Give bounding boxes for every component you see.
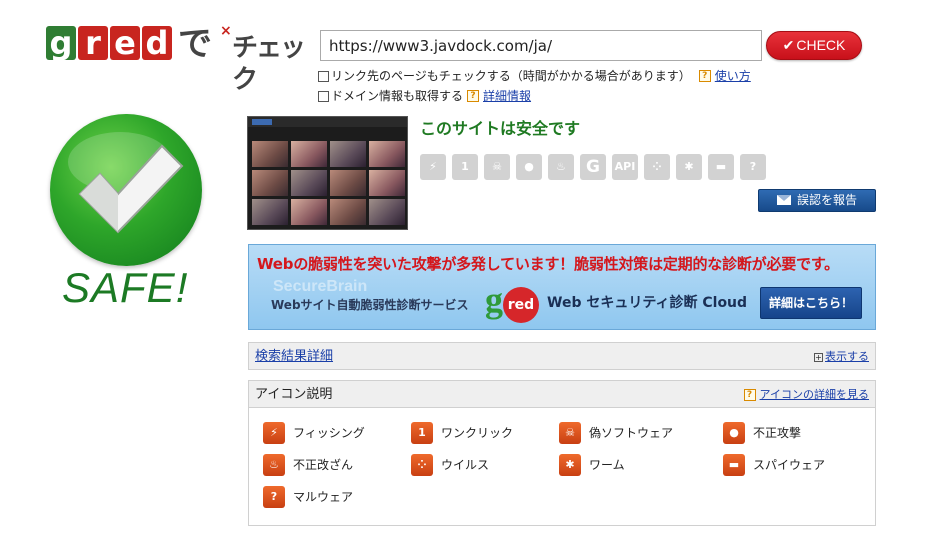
legend-item-tampering: ♨ 不正改ざん — [263, 453, 411, 477]
check-links-checkbox[interactable] — [318, 70, 329, 82]
plus-icon: + — [814, 352, 823, 362]
option-check-links: リンク先のページもチェックする（時間がかかる場合があります） ? 使い方 — [318, 68, 751, 84]
virus-icon: ⁘ — [411, 454, 433, 476]
icon-details-link[interactable]: アイコンの詳細を見る — [760, 387, 869, 403]
logo-letter-g: g — [46, 26, 76, 60]
virus-icon: ⁘ — [644, 154, 670, 180]
g-icon: G — [580, 154, 606, 180]
details-link[interactable]: 詳細情報 — [483, 88, 531, 104]
legend-label: スパイウェア — [753, 458, 826, 472]
one-click-icon: 1 — [452, 154, 478, 180]
thumbnail-header — [248, 117, 407, 127]
safe-message: このサイトは安全です — [420, 119, 581, 138]
legend-label: ワンクリック — [441, 426, 514, 440]
spyware-icon: ▬ — [723, 454, 745, 476]
phishing-icon: ⚡ — [420, 154, 446, 180]
attack-icon: ● — [723, 422, 745, 444]
tampering-icon: ♨ — [263, 454, 285, 476]
security-cloud-banner[interactable]: Webの脆弱性を突いた攻撃が多発しています！脆弱性対策は定期的な診断が必要です。… — [248, 244, 876, 330]
one-click-icon: 1 — [411, 422, 433, 444]
check-button[interactable]: ✔ CHECK — [766, 31, 862, 60]
legend-label: ワーム — [589, 458, 625, 472]
attack-icon: ● — [516, 154, 542, 180]
logo-de: で — [178, 24, 212, 64]
legend-item-phishing: ⚡ フィッシング — [263, 421, 411, 445]
legend-label: 偽ソフトウェア — [589, 426, 674, 440]
option-domain-info: ドメイン情報も取得する ? 詳細情報 — [318, 88, 531, 104]
legend-item-attack: ● 不正攻撃 — [723, 421, 883, 445]
legend-label: ウイルス — [441, 458, 490, 472]
help-icon: ? — [467, 90, 480, 102]
gred-logo[interactable]: g r e d × で チェック — [44, 22, 306, 95]
mail-icon — [776, 195, 791, 205]
report-error-label: 誤認を報告 — [796, 193, 857, 207]
logo-check: チェック — [232, 33, 306, 95]
usage-link[interactable]: 使い方 — [715, 68, 751, 84]
legend-label: 不正攻撃 — [753, 426, 802, 440]
spyware-icon: ▬ — [708, 154, 734, 180]
icon-legend-grid: ⚡ フィッシング 1 ワンクリック ☠ 偽ソフトウェア ● 不正攻撃 ♨ 不正改… — [263, 421, 883, 509]
tampering-icon: ♨ — [548, 154, 574, 180]
site-thumbnail — [247, 116, 408, 230]
banner-detail-button[interactable]: 詳細はこちら！ — [760, 287, 862, 319]
icon-legend-title: アイコン説明 — [255, 387, 333, 402]
safe-check-icon — [50, 114, 202, 266]
checkmark-icon: ✔ — [782, 37, 795, 53]
fake-software-icon: ☠ — [484, 154, 510, 180]
results-detail-title[interactable]: 検索結果詳細 — [255, 348, 333, 366]
legend-label: フィッシング — [293, 426, 365, 440]
legend-item-virus: ⁘ ウイルス — [411, 453, 559, 477]
api-icon: API — [612, 154, 638, 180]
banner-cloud-title: Web セキュリティ診断 Cloud — [547, 295, 748, 311]
legend-item-worm: ✱ ワーム — [559, 453, 723, 477]
logo-letter-r: r — [78, 26, 108, 60]
fake-software-icon: ☠ — [559, 422, 581, 444]
domain-info-checkbox[interactable] — [318, 90, 329, 102]
help-icon: ? — [743, 389, 756, 401]
results-detail-bar: 検索結果詳細 + 表示する — [248, 342, 876, 370]
malware-icon: ? — [263, 486, 285, 508]
url-input[interactable] — [320, 30, 762, 61]
logo-x-icon: × — [220, 23, 232, 39]
phishing-icon: ⚡ — [263, 422, 285, 444]
banner-logo-red: red — [503, 287, 539, 323]
legend-label: 不正改ざん — [293, 458, 354, 472]
worm-icon: ✱ — [676, 154, 702, 180]
threat-icon-row: ⚡ 1 ☠ ● ♨ G API ⁘ ✱ ▬ ? — [420, 154, 766, 180]
show-link[interactable]: 表示する — [825, 349, 869, 365]
icon-legend-panel: ⚡ フィッシング 1 ワンクリック ☠ 偽ソフトウェア ● 不正攻撃 ♨ 不正改… — [248, 407, 876, 526]
check-button-label: CHECK — [796, 37, 846, 53]
safe-label: SAFE! — [62, 264, 189, 311]
banner-watermark: SecureBrain — [273, 278, 368, 295]
logo-letter-d: d — [142, 26, 172, 60]
worm-icon: ✱ — [559, 454, 581, 476]
legend-item-fake-software: ☠ 偽ソフトウェア — [559, 421, 723, 445]
legend-item-one-click: 1 ワンクリック — [411, 421, 559, 445]
report-error-button[interactable]: 誤認を報告 — [758, 189, 876, 212]
thumbnail-grid — [252, 141, 405, 225]
check-links-label: リンク先のページもチェックする（時間がかかる場合があります） — [331, 69, 691, 83]
malware-icon: ? — [740, 154, 766, 180]
results-show-toggle[interactable]: + 表示する — [814, 349, 869, 365]
banner-service: Webサイト自動脆弱性診断サービス — [271, 298, 469, 312]
banner-headline: Webの脆弱性を突いた攻撃が多発しています！脆弱性対策は定期的な診断が必要です。 — [257, 255, 839, 273]
legend-item-spyware: ▬ スパイウェア — [723, 453, 883, 477]
banner-logo-g: g — [485, 280, 503, 320]
icon-details-link-wrap: ? アイコンの詳細を見る — [743, 387, 869, 403]
logo-letter-e: e — [110, 26, 140, 60]
legend-item-malware: ? マルウェア — [263, 485, 411, 509]
legend-label: マルウェア — [293, 490, 354, 504]
help-icon: ? — [698, 70, 711, 82]
domain-info-label: ドメイン情報も取得する — [331, 89, 464, 103]
icon-legend-bar: アイコン説明 ? アイコンの詳細を見る — [248, 380, 876, 408]
